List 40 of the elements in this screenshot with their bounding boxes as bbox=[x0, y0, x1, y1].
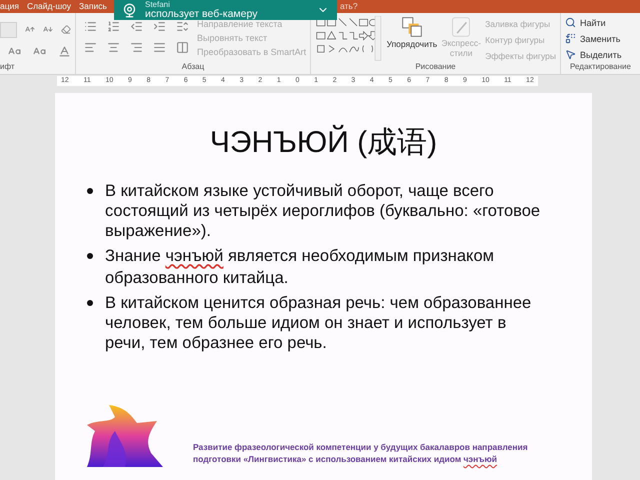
group-label: ифт bbox=[0, 62, 15, 72]
group-label: Редактирование bbox=[569, 62, 632, 73]
columns-icon[interactable] bbox=[176, 40, 189, 54]
quick-styles-icon[interactable] bbox=[451, 16, 472, 38]
slide-title: ЧЭНЪЮЙ (成语) bbox=[208, 125, 438, 162]
replace-icon bbox=[565, 33, 576, 44]
bullet-text: Знание чэнъюй является необходимым признаком образованного китайца. bbox=[105, 246, 495, 288]
notification-title: Stefani bbox=[145, 1, 171, 9]
bullet-text: В китайском ценится образная речь: чем образованнее человек, тем больше идиом он знает и использует в речи, тем образнее его речь. bbox=[105, 293, 532, 354]
ribbon-tab[interactable]: Запись bbox=[75, 0, 111, 13]
tell-me-text[interactable]: ать? bbox=[340, 0, 358, 13]
indent-increase-icon[interactable] bbox=[153, 20, 166, 33]
bullets-icon[interactable] bbox=[84, 20, 97, 33]
indent-decrease-icon[interactable] bbox=[130, 20, 143, 33]
numbering-icon[interactable] bbox=[107, 20, 120, 33]
group-label: Рисование bbox=[414, 62, 457, 73]
notification-toast[interactable]: Stefani использует веб-камеру bbox=[114, 0, 337, 20]
ribbon-tab[interactable]: ация bbox=[0, 0, 23, 13]
arrange-icon[interactable] bbox=[400, 16, 423, 38]
align-right-icon[interactable] bbox=[130, 40, 143, 54]
search-icon bbox=[565, 17, 576, 28]
shapes-gallery[interactable] bbox=[315, 16, 383, 62]
justify-icon[interactable] bbox=[153, 40, 166, 54]
line-spacing-icon[interactable] bbox=[176, 20, 189, 33]
align-center-icon[interactable] bbox=[107, 40, 120, 54]
ribbon-command[interactable]: Заменить bbox=[580, 32, 620, 46]
notification-message: использует веб-камеру bbox=[145, 9, 258, 19]
footer-caption: Развитие фразеологической компетенции у будущих бакалавров направления подготовки «Лингвистика» с использованием китайских идиом чэнъюй bbox=[193, 441, 529, 466]
ribbon-tab[interactable]: Слайд-шоу bbox=[22, 0, 76, 13]
font-color-icon[interactable] bbox=[58, 44, 71, 58]
cursor-icon bbox=[565, 49, 576, 60]
clear-format-icon[interactable] bbox=[61, 23, 72, 36]
font-size-field[interactable] bbox=[0, 22, 18, 38]
ribbon-command[interactable]: Выделить bbox=[580, 48, 622, 62]
webcam-icon bbox=[122, 2, 137, 18]
ribbon-command[interactable]: Найти bbox=[580, 16, 606, 30]
group-label: Абзац bbox=[180, 62, 206, 73]
arrange-button[interactable]: Упорядочить bbox=[386, 38, 438, 50]
bullet-text: В китайском языке устойчивый оборот, чаще всего состоящий из четырёх иероглифов (буквально: «готовое выражение»). bbox=[105, 181, 542, 242]
align-left-icon[interactable] bbox=[84, 40, 97, 54]
